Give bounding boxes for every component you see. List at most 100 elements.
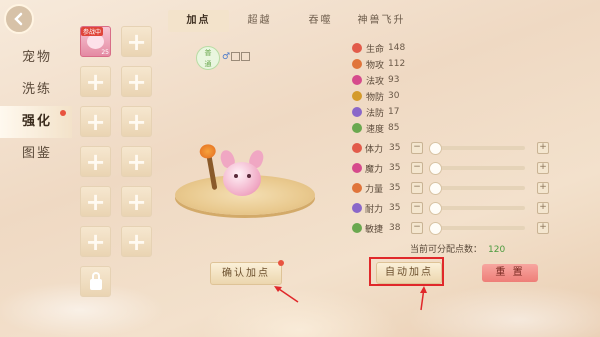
annotation-arrow-icon bbox=[420, 286, 427, 311]
in-battle-badge: 参战中 bbox=[81, 27, 104, 36]
plus-icon: + bbox=[85, 147, 106, 176]
allocation-row: 耐力 35− + bbox=[346, 198, 556, 218]
remaining-points: 当前可分配点数： 120 bbox=[410, 242, 505, 255]
rarity-badge: 普通 bbox=[196, 46, 220, 70]
empty-slot[interactable]: + bbox=[121, 146, 152, 177]
locked-slot[interactable] bbox=[80, 266, 111, 297]
strength-icon bbox=[352, 183, 362, 193]
empty-slot[interactable]: + bbox=[121, 186, 152, 217]
slider-knob[interactable] bbox=[428, 142, 442, 155]
stat-row: 速度 85 bbox=[346, 120, 556, 136]
plus-icon: + bbox=[85, 107, 106, 136]
annotation-arrow-icon bbox=[274, 286, 299, 303]
gender-indicator: ♂ bbox=[222, 52, 251, 62]
stat-value: 93 bbox=[388, 75, 400, 85]
allocation-row: 魔力 35− + bbox=[346, 158, 556, 178]
point-slider[interactable] bbox=[428, 202, 525, 215]
magic-shield-icon bbox=[352, 107, 362, 117]
auto-points-button[interactable]: 自动加点 bbox=[376, 262, 442, 284]
notification-dot bbox=[278, 260, 284, 266]
back-button[interactable] bbox=[4, 4, 34, 34]
allocation-row: 敏捷 38− + bbox=[346, 218, 556, 238]
stat-value: 112 bbox=[388, 59, 406, 69]
decrease-button[interactable]: − bbox=[411, 142, 423, 154]
endurance-icon bbox=[352, 203, 362, 213]
stat-value: 85 bbox=[388, 123, 400, 133]
tab-bar: 加点 超越 吞噬 神兽飞升 bbox=[168, 10, 412, 32]
stat-row: 物攻 112 bbox=[346, 56, 556, 72]
confirm-points-button[interactable]: 确认加点 bbox=[210, 260, 284, 285]
attr-value: 35 bbox=[389, 143, 401, 153]
point-slider[interactable] bbox=[428, 182, 525, 195]
slider-knob[interactable] bbox=[428, 182, 442, 195]
pet-eye bbox=[234, 174, 238, 178]
allocation-row: 体力 35− + bbox=[346, 138, 556, 158]
slider-knob[interactable] bbox=[428, 222, 442, 235]
plus-icon: + bbox=[126, 147, 147, 176]
decrease-button[interactable]: − bbox=[411, 182, 423, 194]
stat-value: 30 bbox=[388, 91, 400, 101]
empty-slot[interactable]: + bbox=[80, 106, 111, 137]
empty-slot[interactable]: + bbox=[121, 226, 152, 257]
attr-label: 体力 bbox=[365, 144, 384, 155]
increase-button[interactable]: + bbox=[537, 162, 549, 174]
shield-icon bbox=[352, 91, 362, 101]
remaining-value: 120 bbox=[488, 245, 506, 255]
decrease-button[interactable]: − bbox=[411, 202, 423, 214]
attr-value: 35 bbox=[389, 163, 401, 173]
tab-add-points[interactable]: 加点 bbox=[168, 10, 229, 32]
allocation-row: 力量 35− + bbox=[346, 178, 556, 198]
increase-button[interactable]: + bbox=[537, 222, 549, 234]
stamina-icon bbox=[352, 143, 362, 153]
placeholder-box-icon bbox=[241, 52, 251, 61]
plus-icon: + bbox=[126, 227, 147, 256]
decrease-button[interactable]: − bbox=[411, 222, 423, 234]
reset-button[interactable]: 重 置 bbox=[482, 264, 538, 282]
nav-item-pet[interactable]: 宠物 bbox=[0, 42, 72, 74]
magic-icon bbox=[352, 75, 362, 85]
tab-ascend[interactable]: 神兽飞升 bbox=[351, 10, 412, 32]
increase-button[interactable]: + bbox=[537, 142, 549, 154]
nav-item-codex[interactable]: 图鉴 bbox=[0, 138, 72, 170]
stat-label: 法攻 bbox=[366, 76, 385, 87]
tab-transcend[interactable]: 超越 bbox=[229, 10, 290, 32]
stat-label: 生命 bbox=[366, 44, 385, 55]
empty-slot[interactable]: + bbox=[121, 26, 152, 57]
pet-slot-active[interactable]: 参战中 25 bbox=[80, 26, 111, 57]
attr-value: 35 bbox=[389, 183, 401, 193]
plus-icon: + bbox=[126, 27, 147, 56]
nav-item-enhance[interactable]: 强化 bbox=[0, 106, 72, 138]
increase-button[interactable]: + bbox=[537, 182, 549, 194]
stat-value: 148 bbox=[388, 43, 406, 53]
stat-row: 生命 148 bbox=[346, 40, 556, 56]
attr-label: 耐力 bbox=[365, 204, 384, 215]
empty-slot[interactable]: + bbox=[80, 226, 111, 257]
stat-value: 17 bbox=[388, 107, 400, 117]
empty-slot[interactable]: + bbox=[80, 146, 111, 177]
attr-label: 力量 bbox=[365, 184, 384, 195]
remaining-label: 当前可分配点数： bbox=[410, 245, 483, 255]
empty-slot[interactable]: + bbox=[121, 106, 152, 137]
speed-icon bbox=[352, 123, 362, 133]
point-slider[interactable] bbox=[428, 142, 525, 155]
point-slider[interactable] bbox=[428, 162, 525, 175]
empty-slot[interactable]: + bbox=[80, 66, 111, 97]
nav-label: 洗练 bbox=[22, 82, 53, 97]
rarity-char: 普 bbox=[204, 49, 212, 57]
empty-slot[interactable]: + bbox=[121, 66, 152, 97]
attr-label: 魔力 bbox=[365, 164, 384, 175]
tab-devour[interactable]: 吞噬 bbox=[290, 10, 351, 32]
allocation-panel: 体力 35− + 魔力 35− + 力量 35− + 耐力 35− + 敏捷 38− + bbox=[346, 138, 556, 238]
empty-slot[interactable]: + bbox=[80, 186, 111, 217]
slider-knob[interactable] bbox=[428, 202, 442, 215]
nav-item-refine[interactable]: 洗练 bbox=[0, 74, 72, 106]
stat-label: 物攻 bbox=[366, 60, 385, 71]
point-slider[interactable] bbox=[428, 222, 525, 235]
increase-button[interactable]: + bbox=[537, 202, 549, 214]
decrease-button[interactable]: − bbox=[411, 162, 423, 174]
nav-label: 宠物 bbox=[22, 50, 53, 65]
mana-icon bbox=[352, 163, 362, 173]
slider-knob[interactable] bbox=[428, 162, 442, 175]
sword-icon bbox=[352, 59, 362, 69]
nav-label: 强化 bbox=[22, 114, 53, 129]
